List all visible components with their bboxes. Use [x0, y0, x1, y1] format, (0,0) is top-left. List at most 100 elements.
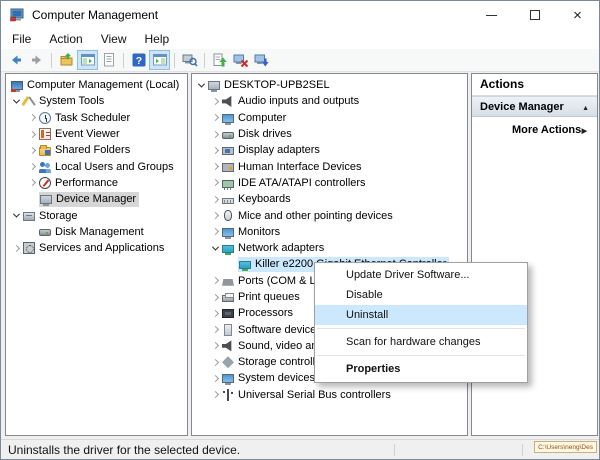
disk-drive-icon: [222, 132, 234, 139]
chevron-right-icon: [211, 359, 218, 366]
tree-item-storage[interactable]: Storage: [6, 207, 187, 223]
more-actions-item[interactable]: More Actions: [472, 117, 597, 143]
menu-view[interactable]: View: [92, 29, 136, 49]
menu-bar: File Action View Help: [1, 29, 599, 49]
mouse-icon: [224, 210, 232, 221]
console-tree-toggle-icon[interactable]: [77, 50, 98, 70]
tree-item-display-adapters[interactable]: Display adapters: [192, 142, 467, 158]
tree-item-task-scheduler[interactable]: Task Scheduler: [6, 110, 187, 126]
toolbar-separator: [123, 53, 124, 68]
task-scheduler-icon: [39, 112, 51, 124]
chevron-right-icon: [211, 98, 218, 105]
chevron-down-icon: [12, 96, 19, 103]
toolbar-separator: [204, 53, 205, 68]
tree-item-network-adapters[interactable]: Network adapters: [192, 240, 467, 256]
context-menu-uninstall[interactable]: Uninstall: [315, 305, 527, 325]
chevron-right-icon: [211, 147, 218, 154]
close-icon: ×: [573, 8, 582, 23]
storage-icon: [23, 212, 35, 221]
tree-item-local-users-groups[interactable]: Local Users and Groups: [6, 158, 187, 174]
window-title: Computer Management: [32, 8, 158, 22]
chevron-down-icon: [12, 211, 19, 218]
action-pane-toggle-icon[interactable]: [149, 50, 170, 70]
chevron-right-icon: [211, 293, 218, 300]
actions-header: Actions: [472, 74, 597, 96]
back-icon[interactable]: [5, 50, 26, 70]
collapse-arrow-icon[interactable]: [582, 101, 589, 113]
tree-item-usb-controllers[interactable]: Universal Serial Bus controllers: [192, 387, 467, 403]
update-driver-icon[interactable]: [209, 50, 230, 70]
close-button[interactable]: ×: [556, 1, 599, 29]
performance-icon: [39, 177, 51, 189]
chevron-right-icon: [211, 196, 218, 203]
tree-item-monitors[interactable]: Monitors: [192, 224, 467, 240]
up-folder-icon[interactable]: [56, 50, 77, 70]
tree-item-disk-management[interactable]: Disk Management: [6, 224, 187, 240]
uninstall-device-icon[interactable]: [230, 50, 251, 70]
actions-section-label: Device Manager: [480, 101, 564, 113]
context-menu-scan-hardware[interactable]: Scan for hardware changes: [315, 332, 527, 352]
chevron-right-icon: [28, 130, 35, 137]
tree-item-computer-management[interactable]: Computer Management (Local): [6, 77, 187, 93]
forward-icon[interactable]: [26, 50, 47, 70]
chevron-right-icon: [211, 130, 218, 137]
toolbar-separator: [174, 53, 175, 68]
chevron-right-icon: [211, 163, 218, 170]
ide-controller-icon: [222, 180, 234, 188]
context-menu-properties[interactable]: Properties: [315, 359, 527, 379]
tree-item-mice[interactable]: Mice and other pointing devices: [192, 207, 467, 223]
event-viewer-icon: [39, 128, 51, 140]
audio-icon: [222, 95, 234, 107]
chevron-down-icon: [211, 243, 218, 250]
chevron-right-icon: [211, 326, 218, 333]
context-menu-disable[interactable]: Disable: [315, 285, 527, 305]
tree-item-disk-drives[interactable]: Disk drives: [192, 126, 467, 142]
storage-controller-icon: [222, 356, 234, 368]
chevron-right-icon: [28, 114, 35, 121]
tree-item-performance[interactable]: Performance: [6, 175, 187, 191]
display-adapter-icon: [222, 147, 234, 155]
menu-help[interactable]: Help: [136, 29, 179, 49]
tree-item-desktop-root[interactable]: DESKTOP-UPB2SEL: [192, 77, 467, 93]
minimize-button[interactable]: [470, 1, 513, 29]
keyboard-icon: [222, 198, 234, 204]
chevron-right-icon: [211, 391, 218, 398]
menu-file[interactable]: File: [3, 29, 40, 49]
computer-icon: [208, 81, 220, 90]
menu-separator: [317, 355, 525, 356]
tree-item-system-tools[interactable]: System Tools: [6, 93, 187, 109]
tree-item-event-viewer[interactable]: Event Viewer: [6, 126, 187, 142]
tree-item-computer[interactable]: Computer: [192, 110, 467, 126]
hid-icon: [222, 163, 234, 172]
svg-text:?: ?: [135, 55, 141, 67]
maximize-button[interactable]: [513, 1, 556, 29]
context-menu-update-driver[interactable]: Update Driver Software...: [315, 265, 527, 285]
chevron-right-icon: [28, 179, 35, 186]
help-icon[interactable]: ?: [128, 50, 149, 70]
menu-action[interactable]: Action: [40, 29, 91, 49]
toolbar: ?: [1, 49, 599, 72]
printer-icon: [222, 295, 234, 302]
toolbar-separator: [51, 53, 52, 68]
tree-item-device-manager[interactable]: Device Manager: [6, 191, 187, 207]
usb-icon: [222, 389, 234, 401]
shared-folders-icon: [39, 147, 51, 156]
monitor-icon: [222, 228, 234, 237]
tree-item-shared-folders[interactable]: Shared Folders: [6, 142, 187, 158]
actions-section-device-manager[interactable]: Device Manager: [472, 96, 597, 117]
tree-item-audio[interactable]: Audio inputs and outputs: [192, 93, 467, 109]
submenu-arrow-icon: [582, 124, 587, 136]
remote-computer-icon[interactable]: [179, 50, 200, 70]
app-icon: [10, 8, 25, 23]
tree-item-hid[interactable]: Human Interface Devices: [192, 158, 467, 174]
scan-hardware-icon[interactable]: [251, 50, 272, 70]
title-bar: Computer Management ×: [1, 1, 599, 29]
properties-icon[interactable]: [98, 50, 119, 70]
device-manager-icon: [40, 195, 52, 204]
tree-item-keyboards[interactable]: Keyboards: [192, 191, 467, 207]
system-device-icon: [222, 374, 234, 383]
status-bar: Uninstalls the driver for the selected d…: [1, 439, 599, 459]
network-adapter-icon: [222, 245, 234, 253]
tree-item-ide[interactable]: IDE ATA/ATAPI controllers: [192, 175, 467, 191]
tree-item-services-applications[interactable]: Services and Applications: [6, 240, 187, 256]
